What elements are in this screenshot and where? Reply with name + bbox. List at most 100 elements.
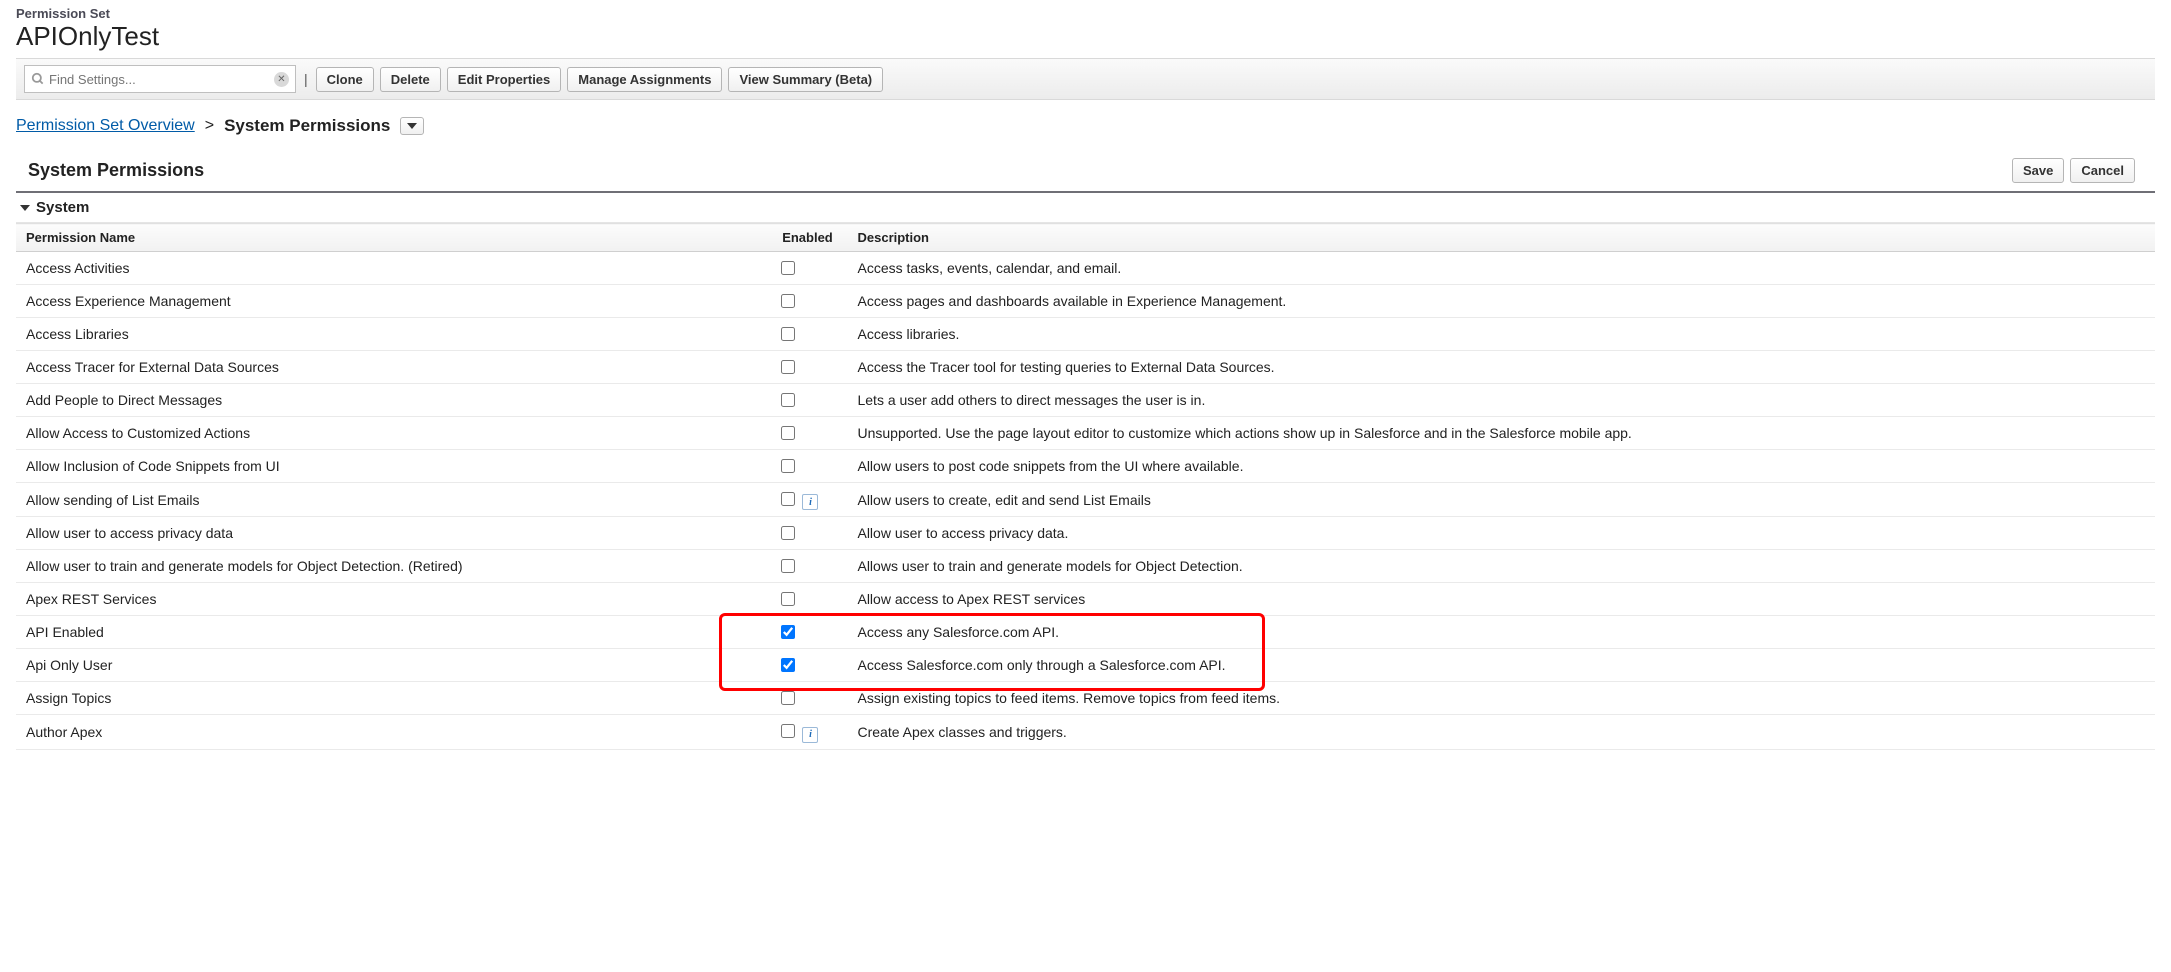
permission-description-cell: Allow users to post code snippets from t… bbox=[847, 450, 2155, 483]
permission-name-cell: Access Experience Management bbox=[16, 285, 767, 318]
table-row: Allow Access to Customized Actions Unsupp… bbox=[16, 417, 2155, 450]
search-input-wrap[interactable]: ✕ bbox=[24, 65, 296, 93]
object-label: Permission Set bbox=[16, 6, 2155, 21]
clear-search-icon[interactable]: ✕ bbox=[274, 72, 289, 87]
permission-name-cell: Assign Topics bbox=[16, 682, 767, 715]
col-permission-name: Permission Name bbox=[16, 224, 767, 252]
table-row: Access Libraries Access libraries. bbox=[16, 318, 2155, 351]
permission-checkbox[interactable] bbox=[781, 658, 795, 672]
permission-name-cell: Allow Inclusion of Code Snippets from UI bbox=[16, 450, 767, 483]
col-description: Description bbox=[847, 224, 2155, 252]
permission-checkbox[interactable] bbox=[781, 393, 795, 407]
permission-checkbox[interactable] bbox=[781, 724, 795, 738]
permission-checkbox[interactable] bbox=[781, 327, 795, 341]
info-icon[interactable]: i bbox=[802, 494, 818, 510]
table-row: Author Apex i Create Apex classes and trig… bbox=[16, 715, 2155, 749]
table-row: Allow user to access privacy data Allow u… bbox=[16, 517, 2155, 550]
permission-checkbox[interactable] bbox=[781, 691, 795, 705]
toolbar-separator: | bbox=[302, 71, 310, 87]
permission-enabled-cell bbox=[767, 351, 847, 384]
table-row: Allow Inclusion of Code Snippets from UI… bbox=[16, 450, 2155, 483]
permission-name-cell: Author Apex bbox=[16, 715, 767, 749]
manage-assignments-button[interactable]: Manage Assignments bbox=[567, 67, 722, 92]
permission-description-cell: Access libraries. bbox=[847, 318, 2155, 351]
group-label: System bbox=[36, 199, 89, 216]
permission-enabled-cell bbox=[767, 450, 847, 483]
save-button[interactable]: Save bbox=[2012, 158, 2064, 183]
search-icon bbox=[31, 72, 45, 86]
permission-checkbox[interactable] bbox=[781, 426, 795, 440]
col-enabled: Enabled bbox=[767, 224, 847, 252]
permission-description-cell: Lets a user add others to direct message… bbox=[847, 384, 2155, 417]
permission-description-cell: Access the Tracer tool for testing queri… bbox=[847, 351, 2155, 384]
permission-checkbox[interactable] bbox=[781, 294, 795, 308]
table-row: Access Tracer for External Data Sources A… bbox=[16, 351, 2155, 384]
toolbar: ✕ | Clone Delete Edit Properties Manage … bbox=[16, 58, 2155, 100]
permission-checkbox[interactable] bbox=[781, 261, 795, 275]
chevron-down-icon bbox=[407, 121, 417, 131]
breadcrumb-current: System Permissions bbox=[224, 116, 390, 136]
breadcrumb-dropdown[interactable] bbox=[400, 117, 424, 135]
permission-description-cell: Allow user to access privacy data. bbox=[847, 517, 2155, 550]
delete-button[interactable]: Delete bbox=[380, 67, 441, 92]
permission-description-cell: Unsupported. Use the page layout editor … bbox=[847, 417, 2155, 450]
permission-name-cell: Add People to Direct Messages bbox=[16, 384, 767, 417]
table-row: Allow user to train and generate models … bbox=[16, 550, 2155, 583]
permission-checkbox[interactable] bbox=[781, 360, 795, 374]
breadcrumb-overview-link[interactable]: Permission Set Overview bbox=[16, 117, 195, 135]
permission-name-cell: Allow Access to Customized Actions bbox=[16, 417, 767, 450]
permission-description-cell: Allow users to create, edit and send Lis… bbox=[847, 483, 2155, 517]
permission-checkbox[interactable] bbox=[781, 526, 795, 540]
permission-enabled-cell bbox=[767, 384, 847, 417]
permission-enabled-cell bbox=[767, 517, 847, 550]
permission-enabled-cell bbox=[767, 616, 847, 649]
group-header-system[interactable]: System bbox=[16, 193, 2155, 223]
permission-name-cell: Allow user to access privacy data bbox=[16, 517, 767, 550]
permission-name-cell: Apex REST Services bbox=[16, 583, 767, 616]
permission-enabled-cell bbox=[767, 417, 847, 450]
clone-button[interactable]: Clone bbox=[316, 67, 374, 92]
permission-name-cell: Allow user to train and generate models … bbox=[16, 550, 767, 583]
permission-name-cell: API Enabled bbox=[16, 616, 767, 649]
table-row: Assign Topics Assign existing topics to f… bbox=[16, 682, 2155, 715]
permission-description-cell: Allow access to Apex REST services bbox=[847, 583, 2155, 616]
table-row: Apex REST Services Allow access to Apex R… bbox=[16, 583, 2155, 616]
search-input[interactable] bbox=[45, 71, 274, 88]
permission-description-cell: Access Salesforce.com only through a Sal… bbox=[847, 649, 2155, 682]
table-row: API Enabled Access any Salesforce.com API… bbox=[16, 616, 2155, 649]
permission-name-cell: Access Tracer for External Data Sources bbox=[16, 351, 767, 384]
permission-enabled-cell bbox=[767, 252, 847, 285]
permission-enabled-cell bbox=[767, 649, 847, 682]
permission-enabled-cell bbox=[767, 682, 847, 715]
permission-checkbox[interactable] bbox=[781, 559, 795, 573]
table-row: Api Only UserAccess Salesforce.com only … bbox=[16, 649, 2155, 682]
permission-name-cell: Allow sending of List Emails bbox=[16, 483, 767, 517]
permission-enabled-cell bbox=[767, 285, 847, 318]
permission-name-cell: Access Activities bbox=[16, 252, 767, 285]
permission-checkbox[interactable] bbox=[781, 459, 795, 473]
permission-checkbox[interactable] bbox=[781, 592, 795, 606]
view-summary-button[interactable]: View Summary (Beta) bbox=[728, 67, 883, 92]
permissions-table: Permission Name Enabled Description Acce… bbox=[16, 223, 2155, 750]
permission-enabled-cell: i bbox=[767, 483, 847, 517]
cancel-button[interactable]: Cancel bbox=[2070, 158, 2135, 183]
permission-enabled-cell bbox=[767, 550, 847, 583]
permission-description-cell: Assign existing topics to feed items. Re… bbox=[847, 682, 2155, 715]
table-row: Allow sending of List Emails i Allow users… bbox=[16, 483, 2155, 517]
breadcrumb: Permission Set Overview > System Permiss… bbox=[16, 100, 2155, 146]
permission-name-cell: Access Libraries bbox=[16, 318, 767, 351]
permission-checkbox[interactable] bbox=[781, 625, 795, 639]
page-title: APIOnlyTest bbox=[16, 21, 2155, 52]
permission-description-cell: Access any Salesforce.com API. bbox=[847, 616, 2155, 649]
edit-properties-button[interactable]: Edit Properties bbox=[447, 67, 561, 92]
section-header: System Permissions Save Cancel bbox=[16, 158, 2155, 193]
table-row: Access ActivitiesAccess tasks, events, c… bbox=[16, 252, 2155, 285]
table-row: Add People to Direct Messages Lets a user… bbox=[16, 384, 2155, 417]
permission-checkbox[interactable] bbox=[781, 492, 795, 506]
table-row: Access Experience ManagementAccess pages… bbox=[16, 285, 2155, 318]
permission-description-cell: Create Apex classes and triggers. bbox=[847, 715, 2155, 749]
permission-enabled-cell bbox=[767, 318, 847, 351]
permission-enabled-cell bbox=[767, 583, 847, 616]
collapse-icon bbox=[20, 203, 30, 213]
info-icon[interactable]: i bbox=[802, 727, 818, 743]
